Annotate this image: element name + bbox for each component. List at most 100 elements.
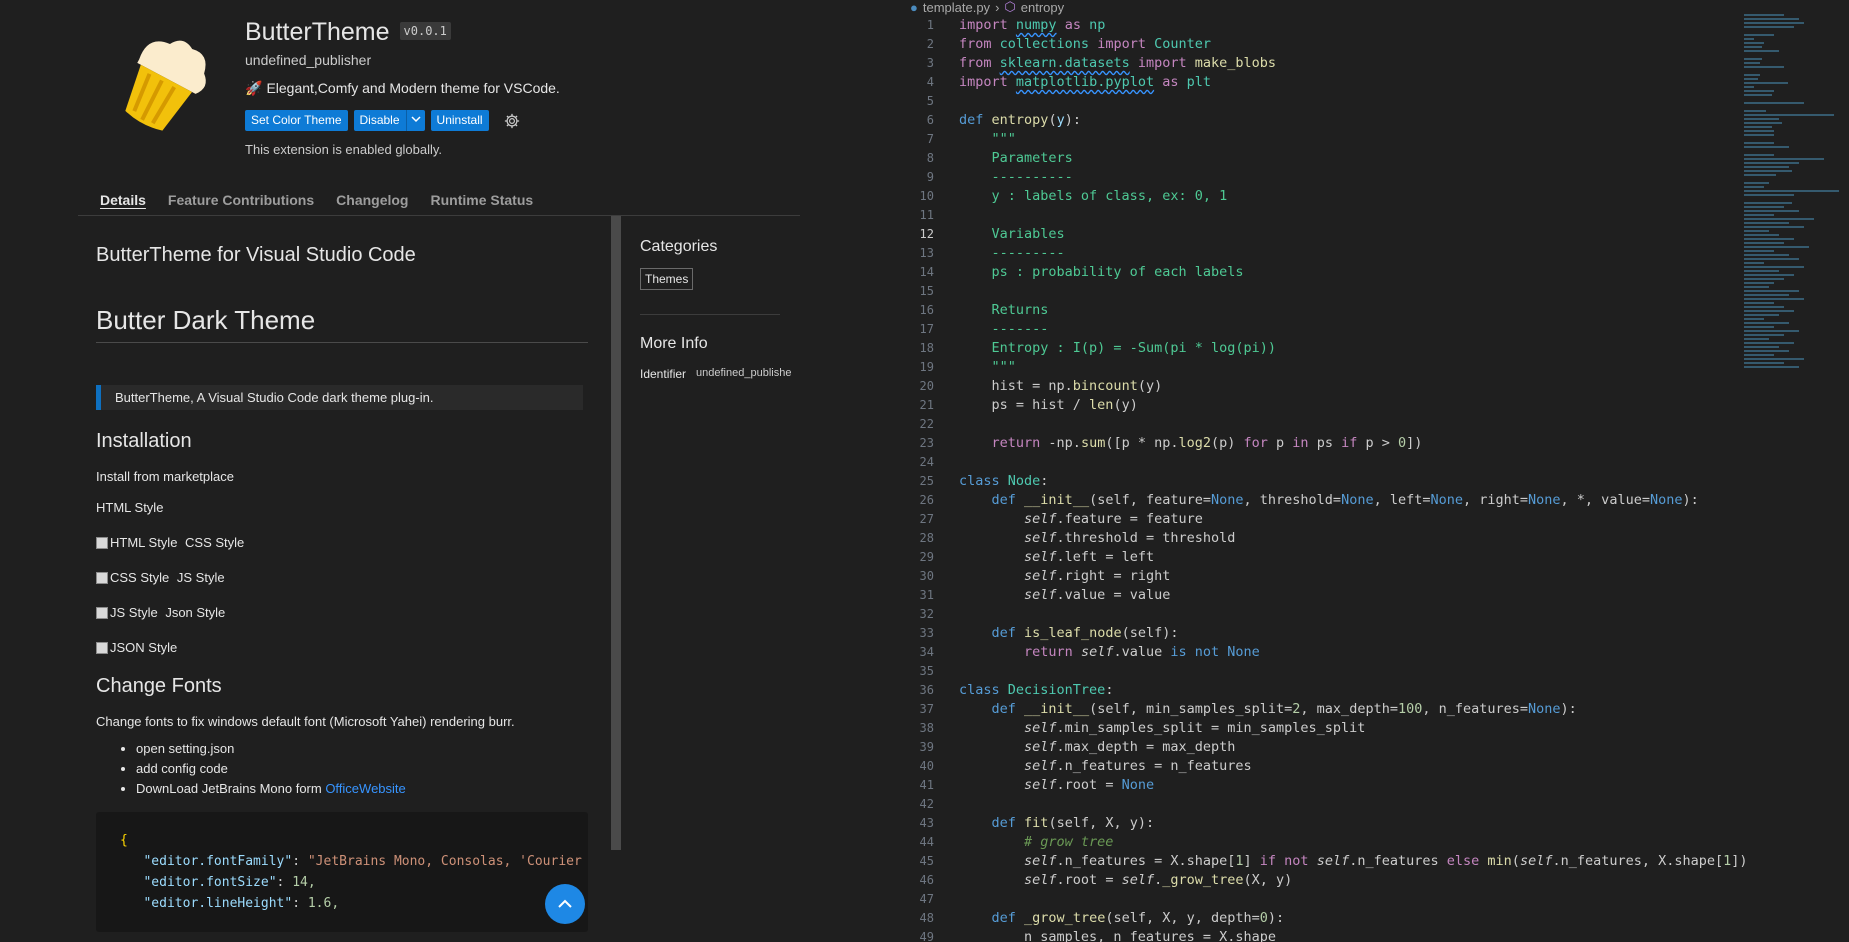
code-line[interactable]: 16 Returns	[900, 301, 1744, 320]
code-line[interactable]: 4 import matplotlib.pyplot as plt	[900, 73, 1744, 92]
code-line[interactable]: 14 ps : probability of each labels	[900, 263, 1744, 282]
code-line[interactable]: 27 self.feature = feature	[900, 510, 1744, 529]
chevron-right-icon: ›	[995, 0, 1000, 15]
minimap-line	[1744, 338, 1769, 340]
code-line[interactable]: 13 ---------	[900, 244, 1744, 263]
minimap-line	[1744, 262, 1764, 264]
scroll-to-top-button[interactable]	[545, 884, 585, 924]
breadcrumb-symbol[interactable]: entropy	[1021, 0, 1064, 15]
code-line[interactable]: 28 self.threshold = threshold	[900, 529, 1744, 548]
code-line[interactable]: 34 return self.value is not None	[900, 643, 1744, 662]
line-code: class DecisionTree:	[959, 682, 1114, 698]
code-lines[interactable]: 1 import numpy as np 2 from collections im…	[900, 16, 1748, 942]
code-line[interactable]: 11	[900, 206, 1744, 225]
line-code: self.left = left	[1024, 549, 1155, 565]
code-line[interactable]: 6 def entropy(y):	[900, 111, 1744, 130]
code-line[interactable]: 47	[900, 890, 1744, 909]
minimap-line	[1744, 350, 1789, 352]
line-code: from collections import Counter	[959, 36, 1212, 52]
code-line[interactable]: 41 self.root = None	[900, 776, 1744, 795]
code-line[interactable]: 20 hist = np.bincount(y)	[900, 377, 1744, 396]
tab-changelog[interactable]: Changelog	[336, 180, 408, 215]
office-website-link[interactable]: OfficeWebsite	[325, 781, 405, 796]
code-line[interactable]: 15	[900, 282, 1744, 301]
code-line[interactable]: 26 def __init__(self, feature=None, thre…	[900, 491, 1744, 510]
uninstall-button[interactable]: Uninstall	[430, 110, 489, 131]
set-color-theme-button[interactable]: Set Color Theme	[245, 110, 348, 131]
readme-quote: ButterTheme, A Visual Studio Code dark t…	[96, 385, 583, 410]
image-line: HTML Style CSS Style	[96, 535, 588, 550]
code-line[interactable]: 37 def __init__(self, min_samples_split=…	[900, 700, 1744, 719]
chevron-up-icon	[558, 899, 572, 908]
code-line[interactable]: 43 def fit(self, X, y):	[900, 814, 1744, 833]
identifier-label: Identifier	[640, 367, 687, 381]
category-chip-themes[interactable]: Themes	[640, 268, 694, 290]
code-line[interactable]: 46 self.root = self._grow_tree(X, y)	[900, 871, 1744, 890]
code-line[interactable]: 36 class DecisionTree:	[900, 681, 1744, 700]
code-line[interactable]: 5	[900, 92, 1744, 111]
code-line[interactable]: 44 # grow tree	[900, 833, 1744, 852]
code-line[interactable]: 24	[900, 453, 1744, 472]
code-line[interactable]: 17 -------	[900, 320, 1744, 339]
minimap-line	[1744, 366, 1799, 368]
tab-runtime-status[interactable]: Runtime Status	[431, 180, 534, 215]
line-code: Entropy : I(p) = -Sum(pi * log(pi))	[991, 340, 1276, 356]
code-line[interactable]: 32	[900, 605, 1744, 624]
code-line[interactable]: 45 self.n_features = X.shape[1] if not s…	[900, 852, 1748, 871]
minimap-line	[1744, 302, 1774, 304]
code-line[interactable]: 29 self.left = left	[900, 548, 1744, 567]
code-line[interactable]: 9 ----------	[900, 168, 1744, 187]
publisher-name[interactable]: undefined_publisher	[245, 52, 371, 68]
code-line[interactable]: 42	[900, 795, 1744, 814]
code-line[interactable]: 35	[900, 662, 1744, 681]
minimap-line	[1744, 274, 1794, 276]
line-number: 38	[919, 721, 934, 735]
minimap-line	[1744, 282, 1774, 284]
install-text: Install from marketplace	[96, 469, 234, 484]
image-line: CSS Style JS Style	[96, 570, 588, 585]
code-line[interactable]: 22	[900, 415, 1744, 434]
line-number: 33	[919, 626, 934, 640]
line-number: 31	[919, 588, 934, 602]
minimap-line	[1744, 50, 1779, 52]
tab-details[interactable]: Details	[100, 180, 146, 215]
code-line[interactable]: 30 self.right = right	[900, 567, 1744, 586]
minimap-line	[1744, 358, 1804, 360]
code-line[interactable]: 8 Parameters	[900, 149, 1744, 168]
line-number: 11	[919, 208, 934, 222]
code-line[interactable]: 25 class Node:	[900, 472, 1744, 491]
line-code: def fit(self, X, y):	[991, 815, 1155, 831]
code-line[interactable]: 12 Variables	[900, 225, 1744, 244]
disable-dropdown-button[interactable]	[405, 110, 425, 131]
code-line[interactable]: 40 self.n_features = n_features	[900, 757, 1744, 776]
code-line[interactable]: 48 def _grow_tree(self, X, y, depth=0):	[900, 909, 1744, 928]
tab-feature-contributions[interactable]: Feature Contributions	[168, 180, 314, 215]
code-editor[interactable]: ● template.py › ⬡ entropy 1 import numpy …	[900, 0, 1849, 942]
code-line[interactable]: 39 self.max_depth = max_depth	[900, 738, 1744, 757]
code-line[interactable]: 33 def is_leaf_node(self):	[900, 624, 1744, 643]
code-line[interactable]: 10 y : labels of class, ex: 0, 1	[900, 187, 1744, 206]
code-line[interactable]: 23 return -np.sum([p * np.log2(p) for p …	[900, 434, 1744, 453]
code-line[interactable]: 18 Entropy : I(p) = -Sum(pi * log(pi))	[900, 339, 1744, 358]
code-line[interactable]: 49 n_samples, n_features = X.shape	[900, 928, 1744, 942]
code-line[interactable]: 2 from collections import Counter	[900, 35, 1744, 54]
minimap-line	[1744, 58, 1762, 60]
code-line[interactable]: 21 ps = hist / len(y)	[900, 396, 1744, 415]
code-line[interactable]: 7 """	[900, 130, 1744, 149]
readme-scrollbar[interactable]	[611, 216, 621, 850]
minimap-line	[1744, 242, 1784, 244]
minimap[interactable]	[1744, 14, 1849, 374]
code-line[interactable]: 19 """	[900, 358, 1744, 377]
disable-button[interactable]: Disable	[353, 110, 406, 131]
minimap-line	[1744, 342, 1794, 344]
code-line[interactable]: 31 self.value = value	[900, 586, 1744, 605]
gear-icon[interactable]	[503, 112, 521, 130]
code-line[interactable]: 1 import numpy as np	[900, 16, 1744, 35]
minimap-line	[1744, 46, 1762, 48]
line-number: 46	[919, 873, 934, 887]
code-line[interactable]: 3 from sklearn.datasets import make_blobs	[900, 54, 1744, 73]
line-number: 30	[919, 569, 934, 583]
code-line[interactable]: 38 self.min_samples_split = min_samples_…	[900, 719, 1744, 738]
line-number: 37	[919, 702, 934, 716]
breadcrumb-file[interactable]: template.py	[923, 0, 990, 15]
